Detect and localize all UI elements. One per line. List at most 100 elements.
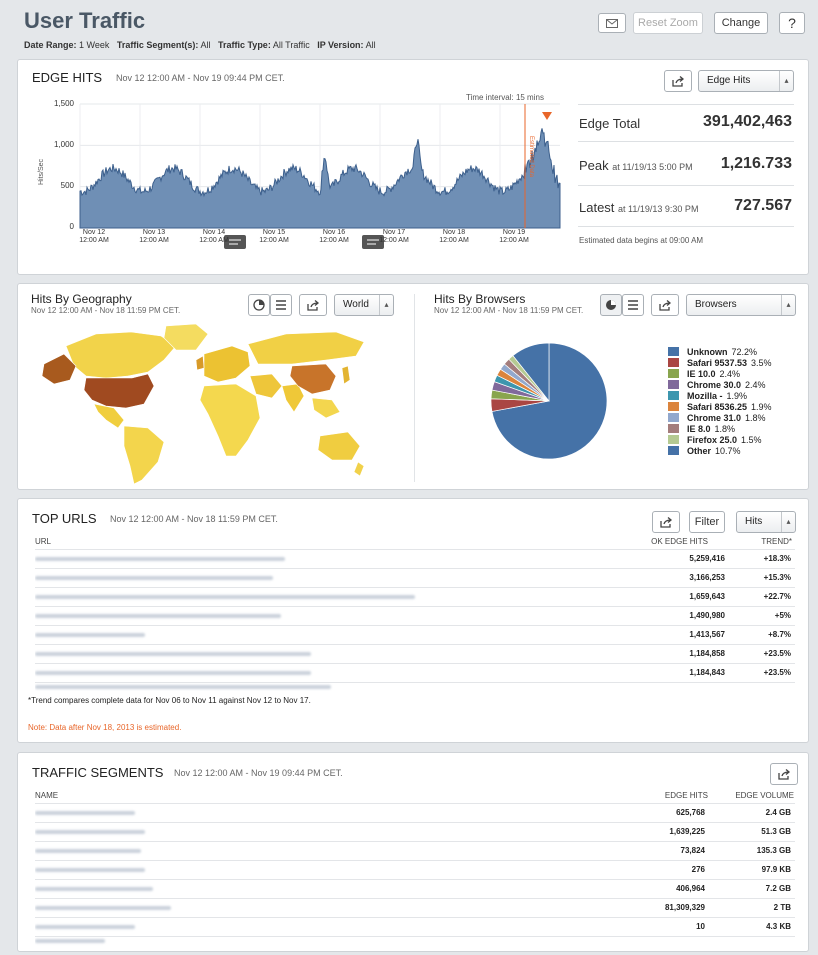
map-region-africa[interactable] bbox=[199, 383, 261, 457]
reset-zoom-button[interactable]: Reset Zoom bbox=[633, 12, 703, 34]
col-url-header[interactable]: URL bbox=[35, 537, 51, 546]
row-edge-hits: 3,166,253 bbox=[689, 573, 725, 582]
map-region-usa[interactable] bbox=[83, 373, 155, 409]
col-edge-volume-header[interactable]: EDGE VOLUME bbox=[718, 791, 794, 800]
edge-hits-range: Nov 12 12:00 AM - Nov 19 09:44 PM CET. bbox=[116, 73, 285, 83]
redacted-segment-name[interactable] bbox=[35, 925, 135, 929]
col-hits-header[interactable]: OK EDGE HITS bbox=[618, 537, 708, 546]
pie-view-toggle[interactable] bbox=[600, 294, 622, 316]
peak-label-text: Peak bbox=[579, 158, 609, 173]
table-row[interactable]: 406,964 7.2 GB bbox=[35, 879, 795, 898]
x-tick: Nov 16 bbox=[323, 229, 345, 236]
top-urls-metric-select[interactable]: Hits ▴ bbox=[736, 511, 796, 533]
list-view-toggle[interactable] bbox=[622, 294, 644, 316]
redacted-segment-name[interactable] bbox=[35, 906, 171, 910]
legend-item[interactable]: Safari 9537.53 3.5% bbox=[668, 357, 808, 368]
redacted-url[interactable] bbox=[35, 671, 311, 675]
geography-share-button[interactable] bbox=[299, 294, 327, 316]
table-row[interactable]: 1,184,843 +23.5% bbox=[35, 663, 795, 682]
map-region-se-asia[interactable] bbox=[311, 397, 341, 419]
filter-button[interactable]: Filter bbox=[689, 511, 725, 533]
map-region-europe[interactable] bbox=[203, 345, 251, 383]
map-region-uk[interactable] bbox=[195, 355, 205, 371]
redacted-url[interactable] bbox=[35, 595, 415, 599]
filter-label-ip: IP Version: bbox=[317, 40, 364, 50]
x-tick: 12:00 AM bbox=[439, 237, 469, 244]
table-row[interactable]: 1,659,643 +22.7% bbox=[35, 587, 795, 606]
redacted-segment-name[interactable] bbox=[35, 811, 135, 815]
map-region-south-america[interactable] bbox=[123, 425, 165, 484]
table-row[interactable]: 1,639,225 51.3 GB bbox=[35, 822, 795, 841]
select-arrow-icon: ▴ bbox=[779, 71, 793, 91]
legend-item[interactable]: Chrome 30.0 2.4% bbox=[668, 379, 808, 390]
list-view-toggle[interactable] bbox=[270, 294, 292, 316]
map-view-toggle[interactable] bbox=[248, 294, 270, 316]
map-region-russia[interactable] bbox=[247, 331, 365, 365]
stats-divider bbox=[578, 104, 794, 105]
table-row[interactable]: 5,259,416 +18.3% bbox=[35, 549, 795, 568]
browsers-share-button[interactable] bbox=[651, 294, 679, 316]
edge-hits-share-button[interactable] bbox=[664, 70, 692, 92]
table-row[interactable]: 1,184,858 +23.5% bbox=[35, 644, 795, 663]
row-edge-volume: 97.9 KB bbox=[761, 865, 791, 874]
map-region-australia[interactable] bbox=[317, 431, 361, 461]
map-region-new-zealand[interactable] bbox=[353, 461, 365, 477]
row-edge-volume: 135.3 GB bbox=[756, 846, 791, 855]
table-row[interactable]: 73,824 135.3 GB bbox=[35, 841, 795, 860]
map-region-india[interactable] bbox=[281, 383, 305, 413]
region-select[interactable]: World ▴ bbox=[334, 294, 394, 316]
table-row[interactable]: 81,309,329 2 TB bbox=[35, 898, 795, 917]
browsers-select[interactable]: Browsers ▴ bbox=[686, 294, 796, 316]
table-row[interactable]: 625,768 2.4 GB bbox=[35, 803, 795, 822]
select-arrow-icon: ▴ bbox=[781, 512, 795, 532]
legend-item[interactable]: Mozilla -1.9% bbox=[668, 390, 808, 401]
redacted-segment-name[interactable] bbox=[35, 830, 145, 834]
top-urls-range: Nov 12 12:00 AM - Nov 18 11:59 PM CET. bbox=[110, 514, 278, 524]
redacted-url[interactable] bbox=[35, 652, 311, 656]
table-row[interactable] bbox=[35, 936, 795, 951]
legend-item[interactable]: IE 10.0 2.4% bbox=[668, 368, 808, 379]
table-row[interactable] bbox=[35, 682, 795, 691]
world-map[interactable] bbox=[36, 324, 366, 484]
redacted-url[interactable] bbox=[35, 614, 281, 618]
col-edge-hits-header[interactable]: EDGE HITS bbox=[628, 791, 708, 800]
row-edge-hits: 1,184,858 bbox=[689, 649, 725, 658]
map-region-japan[interactable] bbox=[341, 365, 351, 385]
legend-item[interactable]: Safari 8536.25 1.9% bbox=[668, 401, 808, 412]
table-row[interactable]: 3,166,253 +15.3% bbox=[35, 568, 795, 587]
redacted-segment-name[interactable] bbox=[35, 939, 105, 943]
col-name-header[interactable]: NAME bbox=[35, 791, 58, 800]
redacted-segment-name[interactable] bbox=[35, 887, 153, 891]
legend-item[interactable]: Chrome 31.0 1.8% bbox=[668, 412, 808, 423]
legend-item[interactable]: Firefox 25.0 1.5% bbox=[668, 434, 808, 445]
pie-view-icon bbox=[606, 300, 616, 310]
email-button[interactable] bbox=[598, 13, 626, 33]
redacted-url[interactable] bbox=[35, 576, 273, 580]
redacted-url[interactable] bbox=[35, 685, 331, 689]
change-button[interactable]: Change bbox=[714, 12, 768, 34]
legend-item[interactable]: Unknown 72.2% bbox=[668, 346, 808, 357]
select-arrow-icon: ▴ bbox=[781, 295, 795, 315]
table-row[interactable]: 1,490,980 +5% bbox=[35, 606, 795, 625]
table-row[interactable]: 10 4.3 KB bbox=[35, 917, 795, 936]
map-region-canada[interactable] bbox=[65, 331, 177, 379]
legend-item[interactable]: Other 10.7% bbox=[668, 445, 808, 456]
redacted-segment-name[interactable] bbox=[35, 868, 145, 872]
map-region-middle-east[interactable] bbox=[249, 373, 283, 399]
redacted-segment-name[interactable] bbox=[35, 849, 141, 853]
edge-hits-select[interactable]: Edge Hits ▴ bbox=[698, 70, 794, 92]
stats-divider bbox=[578, 185, 794, 186]
top-urls-share-button[interactable] bbox=[652, 511, 680, 533]
filter-summary: Date Range: 1 Week Traffic Segment(s): A… bbox=[24, 40, 376, 50]
row-edge-hits: 625,768 bbox=[676, 808, 705, 817]
segments-share-button[interactable] bbox=[770, 763, 798, 785]
table-row[interactable]: 1,413,567 +8.7% bbox=[35, 625, 795, 644]
browsers-pie-chart[interactable] bbox=[484, 336, 614, 466]
legend-item[interactable]: IE 8.0 1.8% bbox=[668, 423, 808, 434]
col-trend-header[interactable]: TREND* bbox=[736, 537, 792, 546]
redacted-url[interactable] bbox=[35, 557, 285, 561]
table-row[interactable]: 276 97.9 KB bbox=[35, 860, 795, 879]
help-button[interactable]: ? bbox=[779, 12, 805, 34]
legend-percent: 1.9% bbox=[726, 390, 748, 401]
redacted-url[interactable] bbox=[35, 633, 145, 637]
